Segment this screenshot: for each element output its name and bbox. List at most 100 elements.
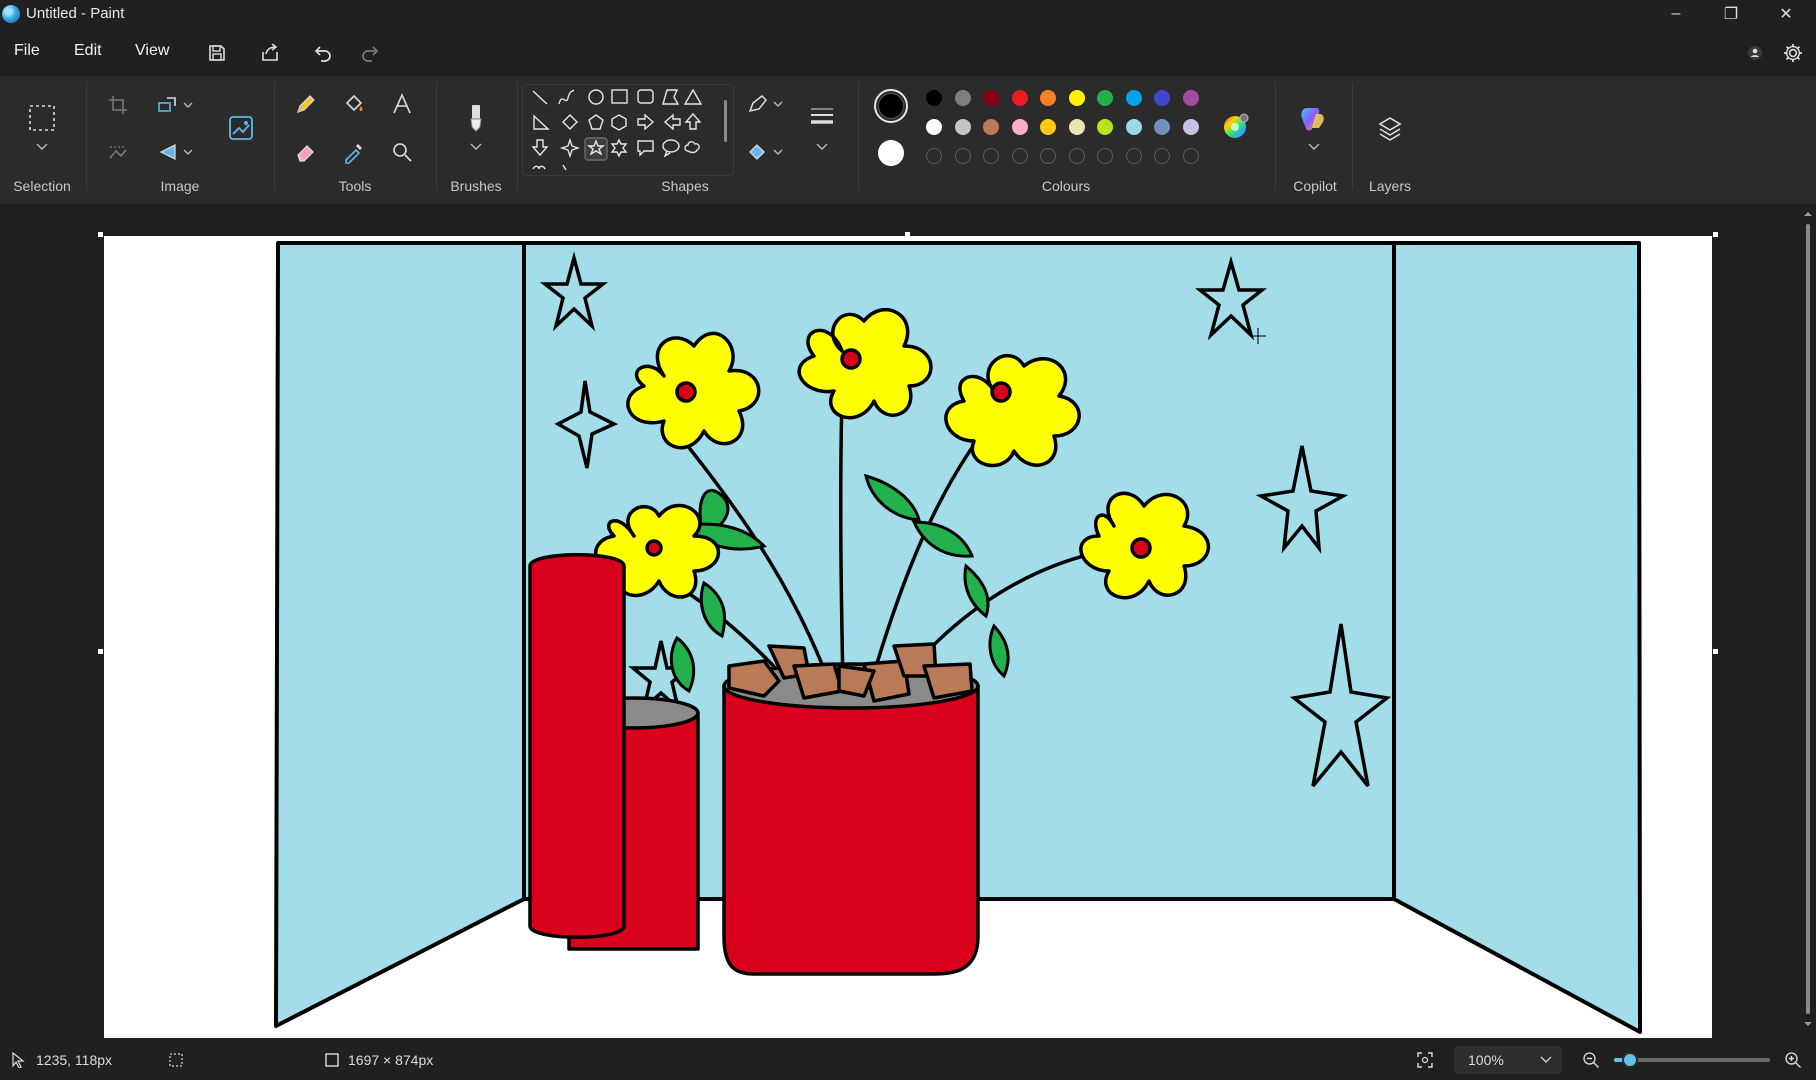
palette-swatch[interactable] bbox=[1011, 119, 1028, 135]
palette-swatch[interactable] bbox=[1154, 119, 1170, 135]
shapes-gallery bbox=[522, 84, 734, 176]
size-chevron-icon[interactable] bbox=[808, 138, 836, 156]
palette-swatch[interactable] bbox=[1182, 119, 1199, 135]
palette-swatch[interactable] bbox=[954, 119, 971, 135]
menu-view[interactable]: View bbox=[135, 42, 169, 60]
vertical-scrollbar[interactable] bbox=[1802, 210, 1814, 1030]
shape-lightning-icon bbox=[562, 164, 567, 171]
shape-hexagon-icon bbox=[611, 114, 627, 131]
color-picker-icon[interactable] bbox=[340, 138, 368, 166]
zoom-out-icon[interactable] bbox=[1582, 1051, 1600, 1069]
custom-color-slot[interactable] bbox=[1125, 148, 1142, 164]
close-button[interactable]: ✕ bbox=[1758, 0, 1814, 28]
custom-color-slot[interactable] bbox=[926, 148, 942, 164]
zoom-slider[interactable] bbox=[1614, 1052, 1770, 1068]
left-wall bbox=[274, 241, 526, 1028]
crop-icon[interactable] bbox=[104, 91, 132, 119]
palette-swatch[interactable] bbox=[1011, 90, 1028, 106]
palette-swatch[interactable] bbox=[1125, 90, 1142, 106]
shape-outline-icon[interactable] bbox=[744, 90, 772, 118]
custom-color-slot[interactable] bbox=[1040, 148, 1056, 164]
undo-icon[interactable] bbox=[310, 40, 336, 66]
share-icon[interactable] bbox=[257, 40, 283, 66]
custom-color-slot[interactable] bbox=[1154, 148, 1170, 164]
pointer-position-icon bbox=[12, 1052, 25, 1068]
palette-swatch[interactable] bbox=[954, 90, 971, 106]
copilot-icon[interactable] bbox=[1296, 102, 1330, 136]
shape-diamond-icon bbox=[562, 114, 578, 130]
menu-edit[interactable]: Edit bbox=[74, 42, 102, 60]
remove-background-icon[interactable] bbox=[104, 138, 132, 166]
pencil-icon[interactable] bbox=[292, 90, 320, 118]
secondary-color-swatch[interactable] bbox=[878, 140, 904, 166]
shape-callout-cloud-icon bbox=[684, 141, 700, 154]
menu-file[interactable]: File bbox=[14, 42, 40, 60]
minimize-button[interactable]: – bbox=[1648, 0, 1704, 28]
custom-color-slot[interactable] bbox=[983, 148, 999, 164]
size-lines-icon[interactable] bbox=[806, 100, 838, 132]
rotate-chevron-icon[interactable] bbox=[180, 138, 196, 166]
palette-swatch[interactable] bbox=[1068, 119, 1085, 135]
resize-chevron-icon[interactable] bbox=[180, 91, 196, 119]
custom-color-slot[interactable] bbox=[1182, 148, 1199, 164]
magnifier-icon[interactable] bbox=[388, 138, 416, 166]
selection-dropdown-chevron-icon[interactable] bbox=[30, 138, 54, 156]
shape-heart-icon bbox=[532, 165, 546, 170]
palette-swatch[interactable] bbox=[983, 90, 999, 106]
palette-swatch[interactable] bbox=[926, 119, 942, 135]
rotate-flip-icon[interactable] bbox=[154, 138, 182, 166]
zoom-slider-thumb[interactable] bbox=[1621, 1052, 1638, 1068]
shapes-scrollbar[interactable] bbox=[724, 100, 727, 142]
palette-swatch[interactable] bbox=[983, 119, 999, 135]
fill-chevron-icon[interactable] bbox=[770, 138, 786, 166]
canvas-size-text: 1697 × 874px bbox=[348, 1052, 434, 1068]
custom-color-slot[interactable] bbox=[954, 148, 971, 164]
fit-to-window-icon[interactable] bbox=[1416, 1051, 1434, 1069]
palette-swatch[interactable] bbox=[1125, 119, 1142, 135]
drawing-canvas[interactable] bbox=[104, 236, 1712, 1038]
edit-colors-wheel-icon[interactable] bbox=[1222, 112, 1250, 140]
zoom-in-icon[interactable] bbox=[1784, 1051, 1802, 1069]
shape-curve-icon bbox=[558, 89, 575, 105]
shape-right-arrow-icon bbox=[637, 113, 655, 131]
primary-color-swatch[interactable] bbox=[874, 89, 908, 123]
palette-swatch[interactable] bbox=[1097, 90, 1113, 106]
redo-icon[interactable] bbox=[357, 40, 383, 66]
canvas-workspace bbox=[0, 204, 1816, 1040]
group-label-copilot: Copilot bbox=[1293, 178, 1337, 194]
save-icon[interactable] bbox=[204, 40, 230, 66]
restore-button[interactable]: ❐ bbox=[1703, 0, 1759, 28]
palette-swatch[interactable] bbox=[1182, 90, 1199, 106]
shape-pentagon-icon bbox=[588, 114, 604, 130]
palette-swatch[interactable] bbox=[1097, 119, 1113, 135]
brush-icon[interactable] bbox=[460, 102, 492, 134]
zoom-dropdown[interactable]: 100% bbox=[1454, 1046, 1562, 1074]
layers-icon[interactable] bbox=[1374, 112, 1406, 144]
settings-gear-icon[interactable] bbox=[1780, 40, 1806, 66]
ribbon-toolbar: Selection Image Tools Brushes Shapes Col… bbox=[0, 76, 1816, 204]
custom-color-slot[interactable] bbox=[1068, 148, 1085, 164]
image-creator-icon[interactable] bbox=[225, 112, 257, 144]
ribbon-separator bbox=[86, 82, 87, 190]
outline-chevron-icon[interactable] bbox=[770, 90, 786, 118]
selection-rectangle-icon[interactable] bbox=[26, 102, 58, 134]
ribbon-separator bbox=[1275, 82, 1276, 190]
custom-color-slot[interactable] bbox=[1011, 148, 1028, 164]
group-label-tools: Tools bbox=[338, 178, 372, 194]
brushes-chevron-icon[interactable] bbox=[462, 138, 490, 156]
palette-swatch[interactable] bbox=[926, 90, 942, 106]
text-tool-icon[interactable] bbox=[388, 90, 416, 118]
status-bar: 1235, 118px 1697 × 874px 100% bbox=[0, 1040, 1816, 1080]
fill-bucket-icon[interactable] bbox=[340, 90, 368, 118]
account-icon[interactable] bbox=[1742, 40, 1768, 66]
palette-swatch[interactable] bbox=[1068, 90, 1085, 106]
custom-color-slot[interactable] bbox=[1097, 148, 1113, 164]
resize-image-icon[interactable] bbox=[154, 91, 182, 119]
shape-rectangle-icon bbox=[611, 89, 628, 104]
palette-swatch[interactable] bbox=[1040, 90, 1056, 106]
shape-fill-icon[interactable] bbox=[744, 138, 772, 166]
palette-swatch[interactable] bbox=[1154, 90, 1170, 106]
copilot-chevron-icon[interactable] bbox=[1300, 138, 1328, 156]
eraser-icon[interactable] bbox=[292, 138, 320, 166]
palette-swatch[interactable] bbox=[1040, 119, 1056, 135]
